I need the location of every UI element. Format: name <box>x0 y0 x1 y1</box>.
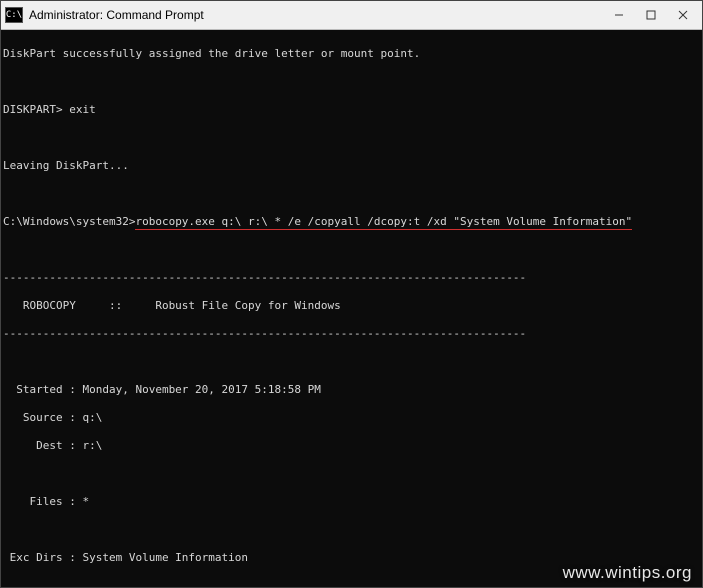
maximize-icon[interactable] <box>644 8 658 22</box>
cmd-icon: C:\ <box>5 7 23 23</box>
window-title: Administrator: Command Prompt <box>29 8 204 22</box>
line-dest: Dest : r:\ <box>3 439 698 453</box>
titlebar[interactable]: C:\ Administrator: Command Prompt <box>1 1 702 30</box>
close-icon[interactable] <box>676 8 690 22</box>
dash-line: ----------------------------------------… <box>3 327 698 341</box>
command-prompt-window: C:\ Administrator: Command Prompt DiskPa… <box>0 0 703 588</box>
line-files: Files : * <box>3 495 698 509</box>
line-diskpart-success: DiskPart successfully assigned the drive… <box>3 47 698 61</box>
line-command: C:\Windows\system32>robocopy.exe q:\ r:\… <box>3 215 698 229</box>
highlighted-command: robocopy.exe q:\ r:\ * /e /copyall /dcop… <box>135 215 632 230</box>
line-source: Source : q:\ <box>3 411 698 425</box>
titlebar-left: C:\ Administrator: Command Prompt <box>5 7 204 23</box>
window-controls <box>612 8 696 22</box>
terminal-area[interactable]: DiskPart successfully assigned the drive… <box>1 29 702 587</box>
line-leaving: Leaving DiskPart... <box>3 159 698 173</box>
robocopy-header: ROBOCOPY :: Robust File Copy for Windows <box>3 299 698 313</box>
dash-line: ----------------------------------------… <box>3 271 698 285</box>
minimize-icon[interactable] <box>612 8 626 22</box>
line-diskpart-exit: DISKPART> exit <box>3 103 698 117</box>
line-started: Started : Monday, November 20, 2017 5:18… <box>3 383 698 397</box>
watermark: www.wintips.org <box>563 563 692 583</box>
